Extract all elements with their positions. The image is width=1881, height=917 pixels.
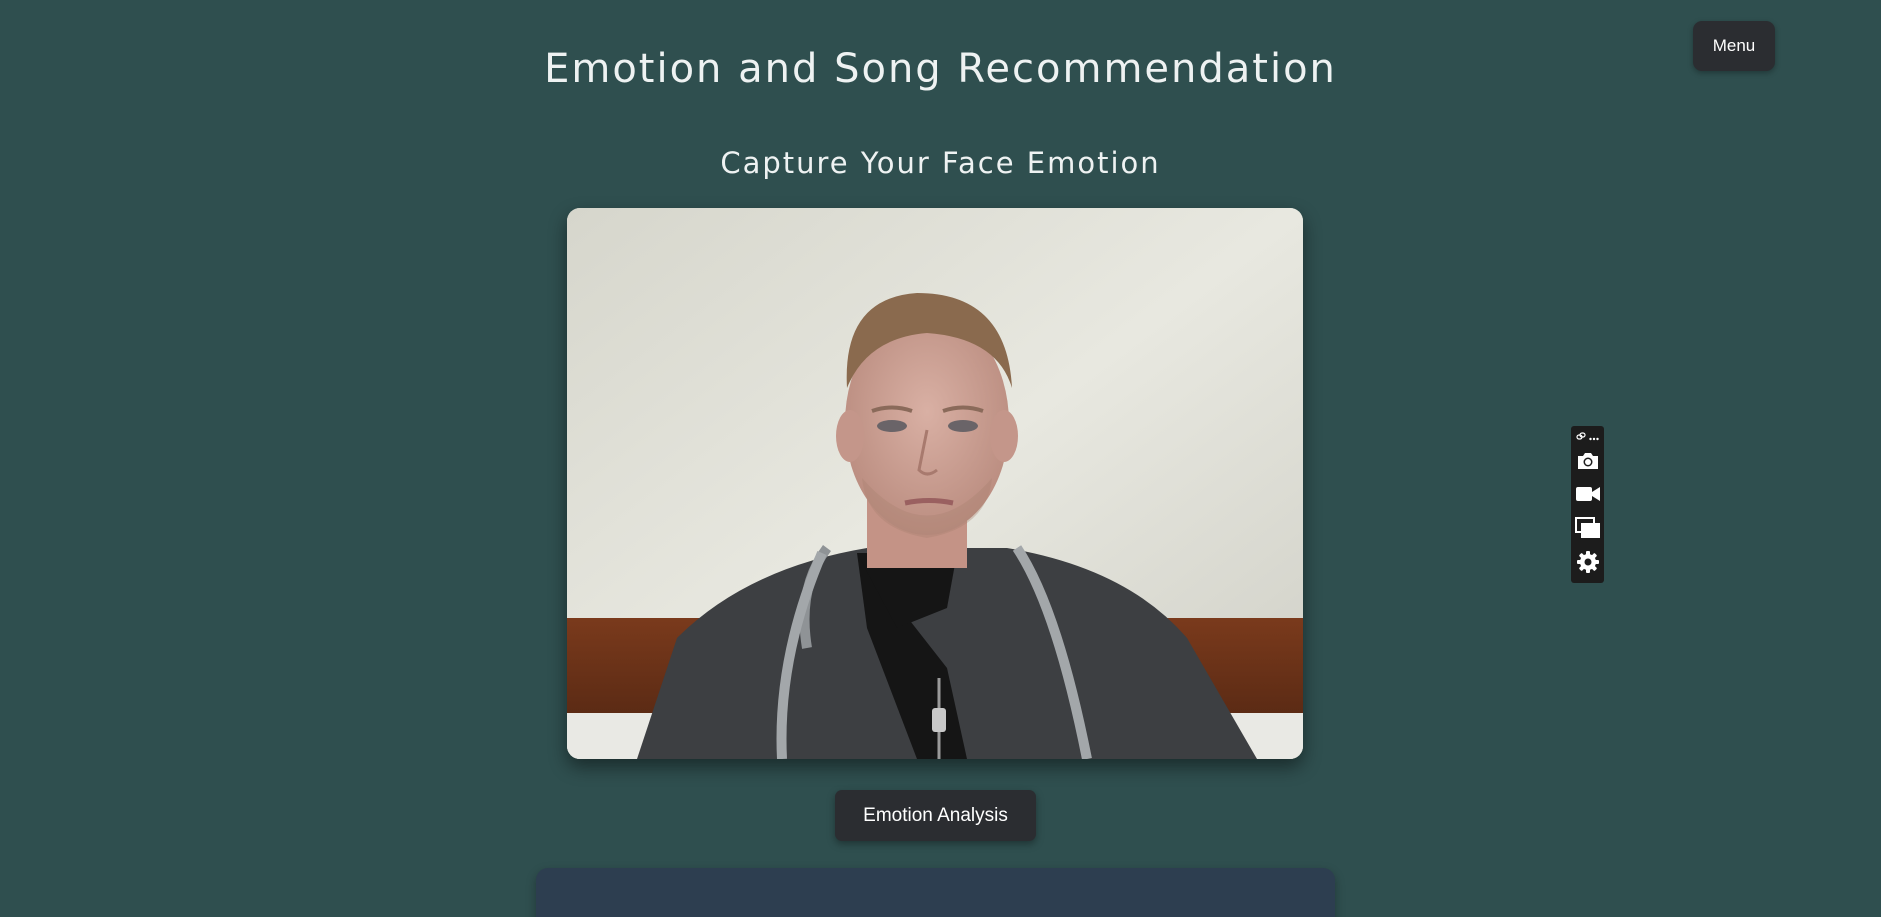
capture-heading: Capture Your Face Emotion — [720, 146, 1161, 180]
page-title: Emotion and Song Recommendation — [544, 46, 1337, 92]
toolbar-header — [1571, 429, 1604, 441]
screens-icon[interactable] — [1574, 514, 1601, 541]
more-icon[interactable] — [1589, 426, 1599, 445]
camera-icon[interactable] — [1574, 447, 1601, 474]
screen-capture-toolbar — [1571, 426, 1604, 583]
menu-button[interactable]: Menu — [1693, 21, 1775, 71]
link-icon[interactable] — [1576, 426, 1586, 445]
emotion-analysis-button[interactable]: Emotion Analysis — [835, 790, 1036, 841]
webcam-video — [567, 208, 1303, 759]
gear-icon[interactable] — [1574, 548, 1601, 575]
video-icon[interactable] — [1574, 480, 1601, 507]
webcam-feed-image — [567, 208, 1303, 759]
page: Emotion and Song Recommendation Menu Cap… — [0, 0, 1881, 917]
result-panel — [536, 868, 1335, 917]
